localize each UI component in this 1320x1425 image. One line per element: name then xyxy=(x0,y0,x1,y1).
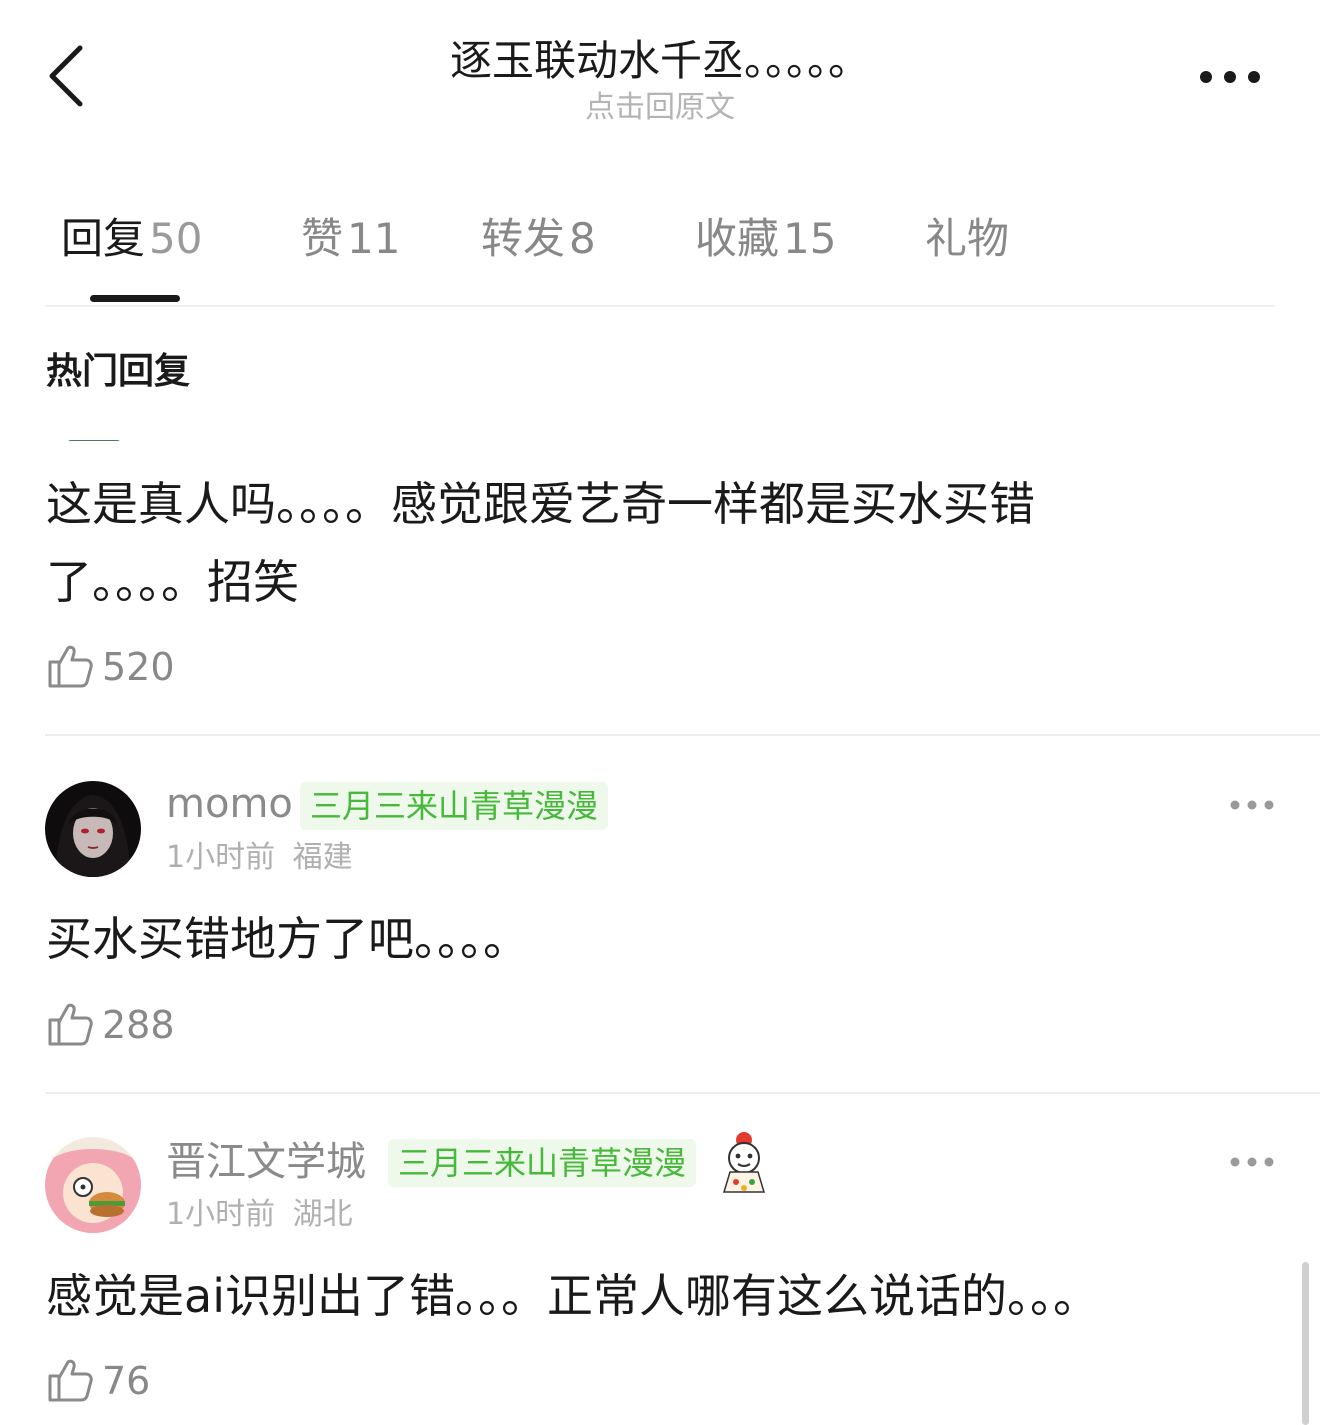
comment-meta: 1小时前 湖北 xyxy=(166,1195,353,1235)
avatar[interactable] xyxy=(45,781,141,877)
thumbs-up-icon xyxy=(48,645,93,688)
comment-text: 感觉是ai识别出了错。。。正常人哪有这么说话的。。。 xyxy=(46,1269,1099,1323)
tab-label: 转发 xyxy=(481,214,566,263)
avatar[interactable] xyxy=(45,1137,141,1233)
tab-label: 赞 xyxy=(301,214,344,263)
user-pendant-sticker xyxy=(714,1130,774,1194)
comment-location: 福建 xyxy=(292,840,353,875)
username[interactable]: 晋江文学城 xyxy=(166,1136,366,1188)
comment-time: 1小时前 xyxy=(166,840,276,875)
tab-replies[interactable]: 回复50 xyxy=(61,209,202,269)
comment-location: 湖北 xyxy=(292,1197,353,1232)
comment-text: 这是真人吗。。。。感觉跟爱艺奇一样都是买水买错 了。。。。招笑 xyxy=(46,465,1136,621)
title-area[interactable]: 逐玉联动水千丞。。。。。 点击回原文 xyxy=(260,30,1060,126)
comment-more-button[interactable] xyxy=(1228,1154,1276,1170)
tab-reposts[interactable]: 转发8 xyxy=(481,209,596,269)
more-horizontal-icon xyxy=(1230,800,1274,810)
user-badge[interactable]: 三月三来山青草漫漫 xyxy=(300,782,609,830)
tab-count: 50 xyxy=(149,214,203,263)
post-title: 逐玉联动水千丞。。。。。 xyxy=(449,36,870,85)
section-title-hot-replies: 热门回复 xyxy=(46,351,191,392)
divider xyxy=(45,1092,1320,1094)
tab-count: 15 xyxy=(783,214,837,263)
chevron-left-icon xyxy=(49,45,83,107)
tab-label: 收藏 xyxy=(695,214,780,263)
active-tab-indicator xyxy=(90,295,180,302)
avatar-partial xyxy=(68,433,120,441)
more-horizontal-icon xyxy=(1230,1157,1274,1167)
top-bar: 逐玉联动水千丞。。。。。 点击回原文 xyxy=(0,0,1320,160)
tab-label: 礼物 xyxy=(925,214,1010,263)
tab-bar: 回复50 赞11 转发8 收藏15 礼物 xyxy=(45,195,1275,307)
tab-label: 回复 xyxy=(61,214,146,263)
like-count: 520 xyxy=(102,645,175,689)
comment-more-button[interactable] xyxy=(1228,797,1276,813)
tab-count: 8 xyxy=(569,214,596,263)
more-options-button[interactable] xyxy=(1188,60,1272,94)
user-badge[interactable]: 三月三来山青草漫漫 xyxy=(388,1139,697,1187)
comment-text-line: 了。。。。招笑 xyxy=(46,555,299,609)
tab-gifts[interactable]: 礼物 xyxy=(925,209,1009,269)
thumbs-up-icon xyxy=(48,1359,93,1402)
comment-text: 买水买错地方了吧。。。。 xyxy=(46,912,529,966)
comment-text-line: 这是真人吗。。。。感觉跟爱艺奇一样都是买水买错 xyxy=(46,477,1035,531)
tab-count: 11 xyxy=(347,214,401,263)
more-horizontal-icon xyxy=(1200,71,1260,83)
like-count: 76 xyxy=(102,1359,151,1403)
back-button[interactable] xyxy=(40,40,100,112)
comment-meta: 1小时前 福建 xyxy=(166,838,353,878)
thumbs-up-icon xyxy=(48,1003,93,1046)
scrollbar[interactable] xyxy=(1302,1262,1309,1425)
like-count: 288 xyxy=(102,1003,175,1047)
tab-favorites[interactable]: 收藏15 xyxy=(695,209,836,269)
divider xyxy=(45,734,1320,736)
tab-likes[interactable]: 赞11 xyxy=(301,209,400,269)
username[interactable]: momo xyxy=(166,778,293,830)
comment-time: 1小时前 xyxy=(166,1197,276,1232)
back-to-original-link[interactable]: 点击回原文 xyxy=(260,90,1060,126)
